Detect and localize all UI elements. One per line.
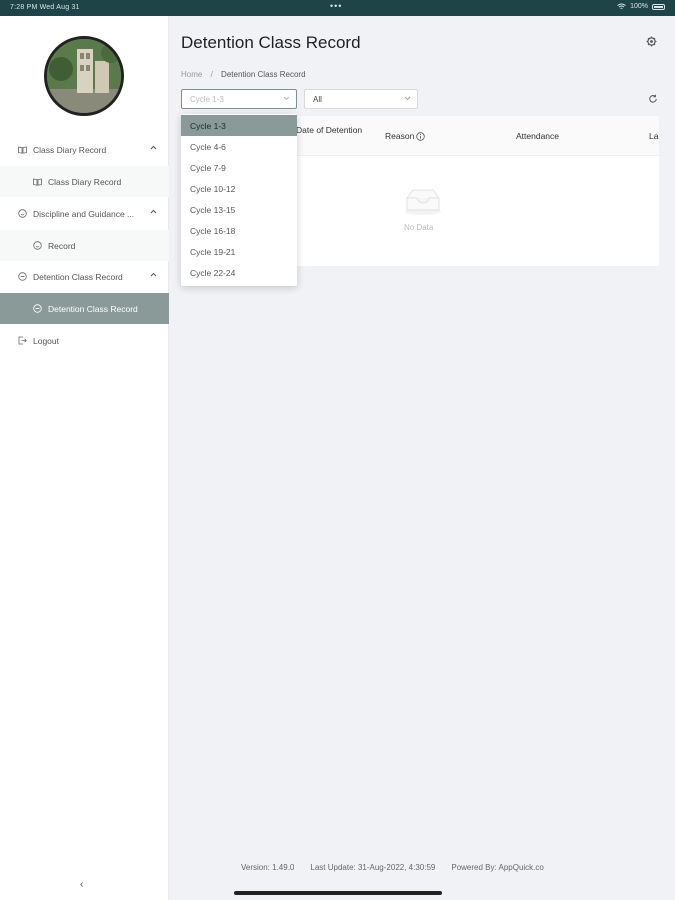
status-bar: 7:28 PM Wed Aug 31 ••• 100% [0,0,675,16]
breadcrumb-home[interactable]: Home [181,70,202,79]
footer-powered-by: Powered By: AppQuick.co [451,863,544,872]
sidebar-item-label: Record [48,240,76,251]
chevron-down-icon [404,96,411,101]
chevron-up-icon [150,209,157,214]
sidebar-item-label: Discipline and Guidance ... [33,208,135,219]
sidebar-item-class-diary-record[interactable]: Class Diary Record [0,166,169,197]
column-header-late: La [649,131,659,141]
empty-state-text: No Data [404,223,434,232]
book-icon [32,177,42,187]
sidebar-item-label: Class Diary Record [33,144,107,155]
info-icon[interactable] [416,131,426,141]
sidebar-item-label: Class Diary Record [48,176,122,187]
footer-last-update: Last Update: 31-Aug-2022, 4:30:59 [310,863,436,872]
breadcrumb-current: Detention Class Record [221,70,306,79]
column-header-reason-label: Reason [385,131,415,141]
home-indicator [234,891,442,895]
dropdown-option[interactable]: Cycle 22-24 [181,262,297,283]
column-header-reason: Reason [385,131,426,141]
dropdown-option[interactable]: Cycle 1-3 [181,115,297,136]
dropdown-option[interactable]: Cycle 4-6 [181,136,297,157]
book-icon [17,145,27,155]
wifi-icon [617,3,626,9]
cycle-select-value: Cycle 1-3 [190,95,224,104]
dropdown-option[interactable]: Cycle 7-9 [181,157,297,178]
dropdown-option[interactable]: Cycle 13-15 [181,199,297,220]
minus-circle-icon [32,304,42,314]
settings-button[interactable] [646,34,657,52]
footer: Version: 1.49.0 Last Update: 31-Aug-2022… [241,863,544,872]
sidebar-item-detention-class-record[interactable]: Detention Class Record [0,293,169,324]
refresh-icon [649,94,657,103]
chevron-up-icon [150,272,157,277]
column-header-attendance: Attendance [516,131,560,141]
breadcrumb: Home / Detention Class Record [181,70,306,79]
gear-icon [646,36,657,47]
column-header-date: Date of Detention [296,125,363,135]
footer-version: Version: 1.49.0 [241,863,295,872]
chevron-up-icon [150,145,157,150]
sidebar-item-record[interactable]: Record [0,230,169,261]
smile-icon [17,209,27,219]
empty-inbox-icon [405,189,441,215]
collapse-sidebar-button[interactable]: ‹ [80,879,83,890]
minus-circle-icon [17,272,27,282]
multitask-dots: ••• [330,1,343,11]
dropdown-option[interactable]: Cycle 16-18 [181,220,297,241]
chevron-down-icon [283,96,290,101]
status-right: 100% [617,3,665,10]
battery-icon [652,3,665,10]
breadcrumb-separator: / [210,70,213,79]
status-select-value: All [313,95,322,104]
sidebar-group-discipline[interactable]: Discipline and Guidance ... [0,198,169,229]
sidebar-group-class-diary[interactable]: Class Diary Record [0,134,169,165]
dropdown-option[interactable]: Cycle 10-12 [181,178,297,199]
sidebar-item-label: Logout [33,335,59,346]
battery-percent: 100% [630,3,648,10]
cycle-dropdown-menu: Cycle 1-3 Cycle 4-6 Cycle 7-9 Cycle 10-1… [181,114,297,286]
cycle-select[interactable]: Cycle 1-3 [181,89,297,109]
sidebar-item-logout[interactable]: Logout [0,325,169,356]
sidebar-item-label: Detention Class Record [33,271,123,282]
sidebar-item-label: Detention Class Record [48,303,138,314]
page-title: Detention Class Record [181,33,361,52]
status-time: 7:28 PM Wed Aug 31 [10,4,80,11]
smile-icon [32,241,42,251]
sidebar: Class Diary Record Class Diary Record Di… [0,16,169,900]
sidebar-group-detention[interactable]: Detention Class Record [0,261,169,292]
refresh-button[interactable] [648,91,658,109]
status-select[interactable]: All [304,89,418,109]
dropdown-option[interactable]: Cycle 19-21 [181,241,297,262]
logout-icon [17,336,27,346]
school-logo-avatar [44,36,124,116]
